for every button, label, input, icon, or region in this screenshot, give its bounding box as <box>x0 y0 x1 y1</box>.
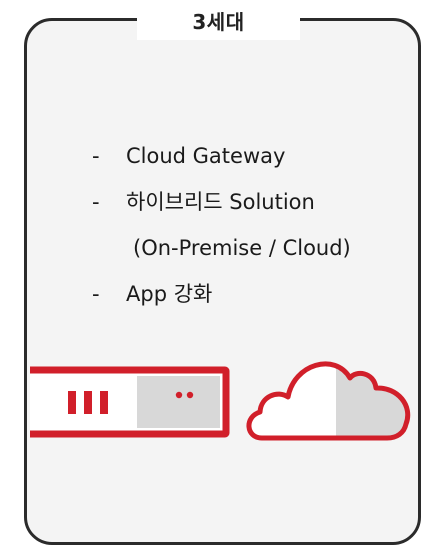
bullet-dash: - <box>92 282 100 306</box>
feature-item: - Cloud Gateway <box>92 138 412 184</box>
feature-text: (On-Premise / Cloud) <box>133 236 351 260</box>
feature-text: Cloud Gateway <box>126 144 286 168</box>
cloud-icon <box>249 364 408 438</box>
feature-item-continuation: (On-Premise / Cloud) <box>92 230 412 276</box>
generation-card: 3세대 - Cloud Gateway - 하이브리드 Solution (On… <box>0 0 428 552</box>
card-title: 3세대 <box>192 10 245 34</box>
feature-item: - 하이브리드 Solution <box>92 184 412 230</box>
feature-list: - Cloud Gateway - 하이브리드 Solution (On-Pre… <box>92 138 412 322</box>
icon-illustration <box>30 340 422 450</box>
bullet-dash: - <box>92 144 100 168</box>
server-icon <box>30 366 230 438</box>
feature-text: App 강화 <box>126 282 213 306</box>
feature-item: - App 강화 <box>92 276 412 322</box>
bullet-dash: - <box>92 190 100 214</box>
icon-row <box>30 340 422 450</box>
feature-text: 하이브리드 Solution <box>126 190 315 214</box>
